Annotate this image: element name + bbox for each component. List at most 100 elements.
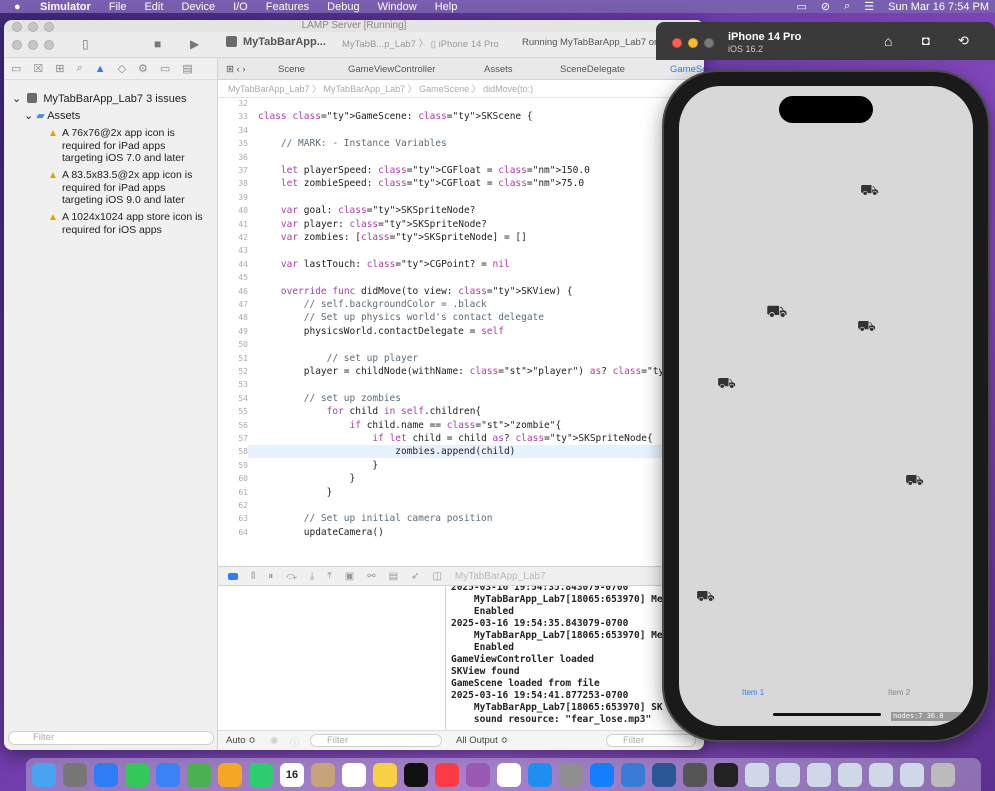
bg-minimize-icon[interactable]	[28, 22, 38, 32]
project-issue-row[interactable]: ⌄ MyTabBarApp_Lab7 3 issues	[12, 92, 186, 105]
tab-gamescene[interactable]: GameScene	[670, 64, 704, 75]
code-line[interactable]: for child in self.children{	[258, 406, 482, 417]
jump-bar[interactable]: MyTabBarApp_Lab7 〉 MyTabBarApp_Lab7 〉 Ga…	[218, 80, 704, 98]
breakpoint-icon[interactable]: ▭	[160, 62, 170, 75]
facetime-icon[interactable]	[249, 762, 273, 787]
vmware-icon[interactable]	[683, 762, 707, 787]
auto-selector[interactable]: Auto ≎	[226, 735, 256, 746]
apple-menu-icon[interactable]: ●	[14, 1, 26, 13]
issue-navigator-icon[interactable]: ▲	[95, 63, 106, 75]
disclosure-icon[interactable]: ⌄	[24, 110, 33, 122]
code-line[interactable]: var lastTouch: class="ty">CGPoint? = nil	[258, 259, 510, 270]
hierarchy-icon[interactable]: ⊞	[55, 62, 64, 75]
test-icon[interactable]: ◇	[118, 62, 126, 75]
navigator-filter-field[interactable]: Filter	[8, 731, 214, 745]
mail-icon[interactable]	[156, 762, 180, 787]
tab-item-1[interactable]: Item 1	[742, 688, 764, 697]
simulate-location-icon[interactable]: ➶	[411, 571, 419, 582]
code-line[interactable]: // Set up initial camera position	[258, 513, 493, 524]
trash-icon[interactable]	[931, 762, 955, 787]
window-6-icon[interactable]	[900, 762, 924, 787]
messages-icon[interactable]	[125, 762, 149, 787]
code-line[interactable]: var goal: class="ty">SKSpriteNode?	[258, 205, 476, 216]
tab-scene[interactable]: Scene	[278, 64, 305, 75]
close-icon[interactable]	[12, 40, 22, 50]
menu-app-simulator[interactable]: Simulator	[40, 1, 91, 13]
console-filter-field[interactable]: Filter	[606, 734, 696, 747]
breakpoints-toggle-icon[interactable]: ⫴	[251, 571, 255, 582]
sim-close-icon[interactable]	[672, 38, 682, 48]
sidebar-toggle-icon[interactable]: ▯	[82, 37, 89, 51]
memory-graph-icon[interactable]: ⚯	[367, 571, 375, 582]
menu-edit[interactable]: Edit	[144, 1, 163, 13]
code-line[interactable]: let zombieSpeed: class="ty">CGFloat = cl…	[258, 178, 584, 189]
find-icon[interactable]: ⌕	[77, 62, 83, 75]
warning-row[interactable]: ▲ A 1024x1024 app store icon is required…	[48, 211, 208, 236]
variables-filter-field[interactable]: Filter	[310, 734, 442, 747]
window-3-icon[interactable]	[807, 762, 831, 787]
maps-icon[interactable]	[187, 762, 211, 787]
appstore-icon[interactable]	[528, 762, 552, 787]
window-5-icon[interactable]	[869, 762, 893, 787]
tab-grid-icon[interactable]: ⊞ ‹ ›	[226, 64, 246, 75]
code-line[interactable]: override func didMove(to view: class="ty…	[258, 286, 573, 297]
calendar-icon[interactable]: 16	[280, 762, 304, 787]
tab-item-2[interactable]: Item 2	[888, 688, 910, 697]
code-line[interactable]: // MARK: - Instance Variables	[258, 138, 447, 149]
process-icon[interactable]: ◫	[432, 571, 441, 582]
sim-minimize-icon[interactable]	[688, 38, 698, 48]
screenshot-icon[interactable]: ◘	[922, 33, 930, 48]
code-line[interactable]: // Set up physics world's contact delega…	[258, 312, 544, 323]
warning-row[interactable]: ▲ A 83.5x83.5@2x app icon is required fo…	[48, 169, 208, 207]
settings-icon[interactable]	[559, 762, 583, 787]
notes-icon[interactable]	[373, 762, 397, 787]
menu-features[interactable]: Features	[266, 1, 309, 13]
folder-icon[interactable]: ▭	[11, 62, 21, 75]
step-out-icon[interactable]: ⤒	[327, 571, 331, 582]
code-line[interactable]: player = childNode(withName: class="st">…	[258, 366, 704, 377]
finder-icon[interactable]	[32, 762, 56, 787]
zoom-icon[interactable]	[44, 40, 54, 50]
report-icon[interactable]: ▤	[182, 62, 192, 75]
virtualbox-icon[interactable]	[652, 762, 676, 787]
code-line[interactable]: if let child = child as? class="ty">SKSp…	[258, 433, 652, 444]
code-line[interactable]: zombies.append(child)	[258, 446, 515, 457]
menubar-clock[interactable]: Sun Mar 16 7:54 PM	[888, 1, 989, 13]
step-over-icon[interactable]: ⤼	[286, 571, 297, 582]
control-center-icon[interactable]: ☰	[864, 0, 874, 13]
menu-io[interactable]: I/O	[233, 1, 248, 13]
hide-debug-area-icon[interactable]	[228, 572, 238, 580]
tv-icon[interactable]	[404, 762, 428, 787]
window-2-icon[interactable]	[776, 762, 800, 787]
terminal-icon[interactable]	[714, 762, 738, 787]
menu-window[interactable]: Window	[378, 1, 417, 13]
code-line[interactable]: }	[258, 473, 356, 484]
bg-close-icon[interactable]	[12, 22, 22, 32]
debug-nav-icon[interactable]: ⚙	[138, 62, 148, 75]
warning-row[interactable]: ▲ A 76x76@2x app icon is required for iP…	[48, 127, 208, 165]
tab-scenedelegate[interactable]: SceneDelegate	[560, 64, 625, 75]
stop-icon[interactable]: ■	[154, 37, 161, 51]
code-line[interactable]: if child.name == class="st">"zombie"{	[258, 420, 562, 431]
menu-debug[interactable]: Debug	[327, 1, 359, 13]
window-4-icon[interactable]	[838, 762, 862, 787]
variables-view[interactable]	[218, 586, 446, 750]
tab-gameviewcontroller[interactable]: GameViewController	[348, 64, 435, 75]
screen-mirror-icon[interactable]: ▭	[796, 0, 806, 13]
info-icon[interactable]: ⓘ	[290, 735, 300, 749]
contacts-icon[interactable]	[311, 762, 335, 787]
code-line[interactable]: // set up zombies	[258, 393, 401, 404]
code-line[interactable]: }	[258, 487, 333, 498]
menu-help[interactable]: Help	[435, 1, 458, 13]
podcasts-icon[interactable]	[466, 762, 490, 787]
run-icon[interactable]: ▶	[190, 37, 199, 51]
safari-icon[interactable]	[94, 762, 118, 787]
home-icon[interactable]: ⌂	[884, 33, 892, 49]
eye-icon[interactable]: ◉	[270, 735, 278, 746]
source-control-icon[interactable]: ☒	[33, 62, 43, 75]
spotlight-search-icon[interactable]: ⌕	[844, 0, 850, 13]
code-line[interactable]: var player: class="ty">SKSpriteNode?	[258, 219, 487, 230]
pause-icon[interactable]: ⏸	[268, 571, 273, 582]
photos-icon[interactable]	[218, 762, 242, 787]
view-debugger-icon[interactable]: ▣	[345, 571, 354, 582]
